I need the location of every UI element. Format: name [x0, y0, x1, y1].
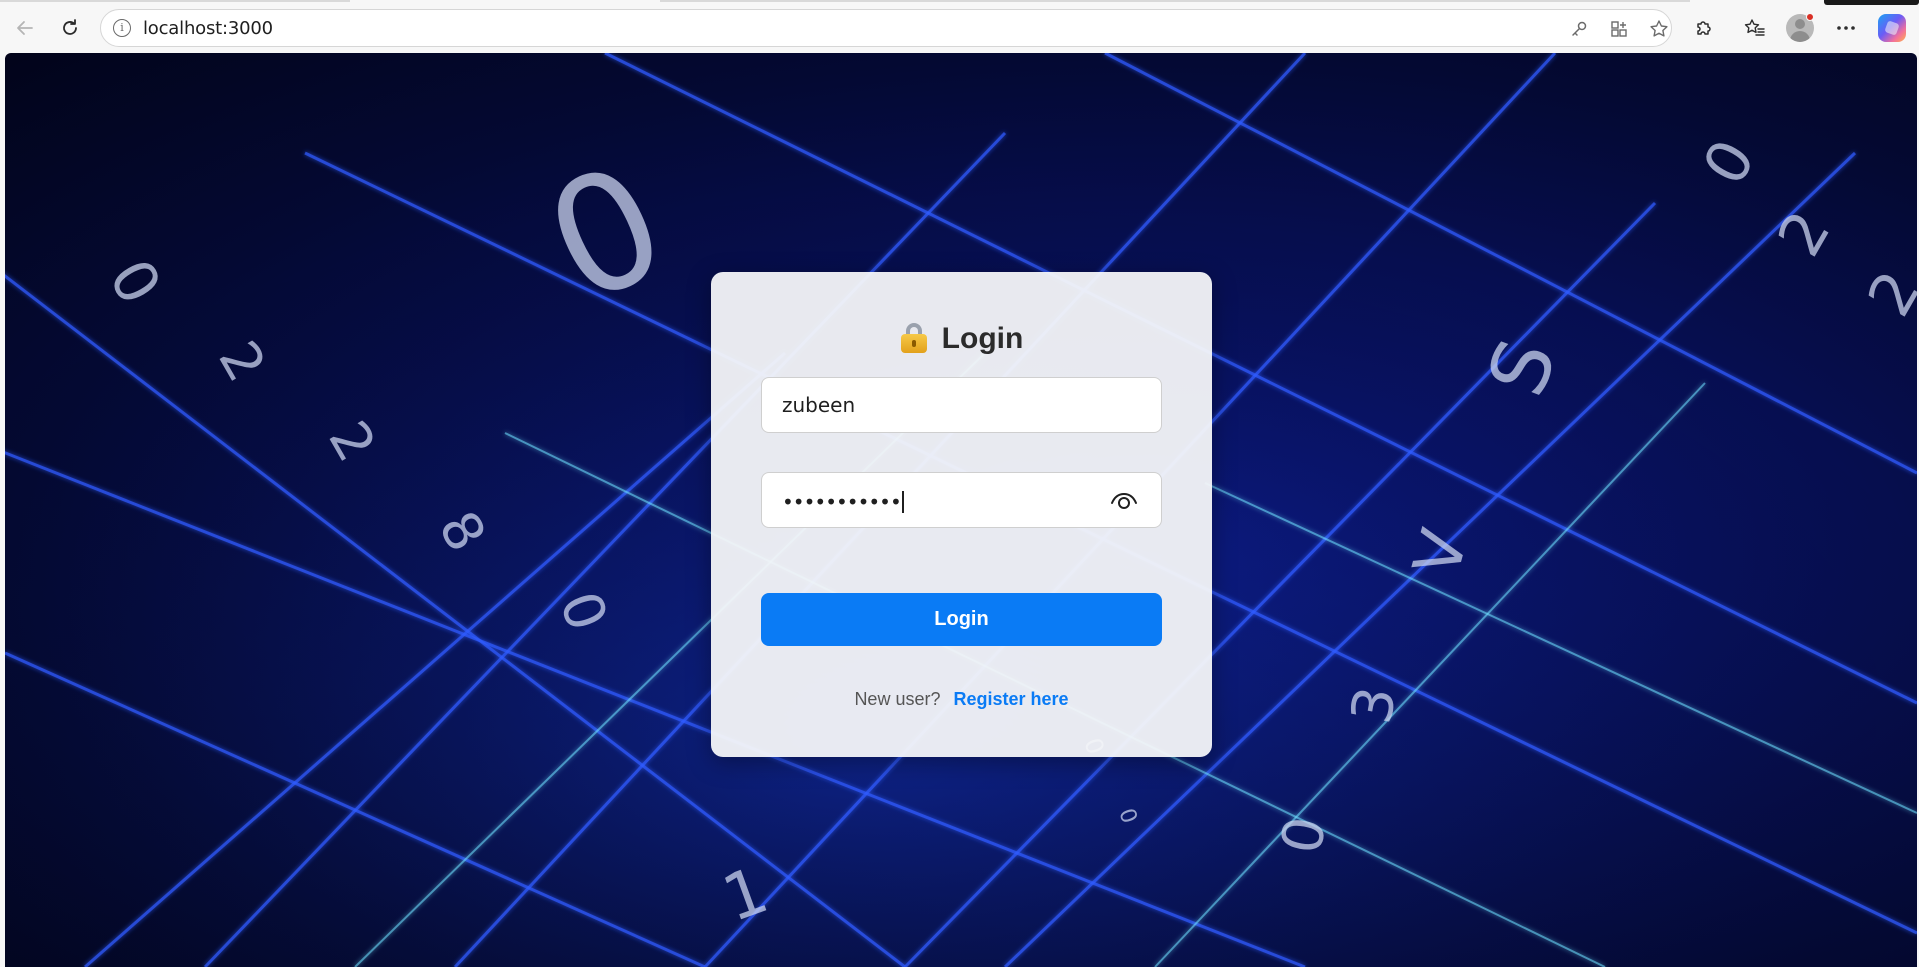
password-input[interactable]: ••••••••••• [782, 490, 904, 514]
register-prompt: New user? [854, 689, 941, 709]
info-icon[interactable]: i [113, 19, 131, 37]
address-url[interactable]: localhost:3000 [143, 18, 273, 39]
browser-toolbar: i localhost:3000 [0, 0, 1919, 52]
password-field[interactable]: ••••••••••• [761, 472, 1162, 528]
more-icon[interactable] [1830, 12, 1862, 44]
username-input[interactable] [762, 378, 1161, 432]
app-grid-icon[interactable] [1607, 17, 1631, 41]
back-arrow-icon [17, 21, 33, 35]
register-link[interactable]: Register here [954, 689, 1069, 709]
show-password-button[interactable] [1109, 489, 1139, 513]
key-icon[interactable] [1567, 17, 1591, 41]
login-card: Login ••••••••••• Login New user? Regist… [711, 272, 1212, 757]
login-heading: Login [711, 322, 1212, 356]
text-caret [901, 491, 904, 513]
password-masked-value: ••••••••••• [782, 490, 902, 514]
login-button[interactable]: Login [761, 593, 1162, 646]
star-icon[interactable] [1647, 17, 1671, 41]
lock-icon [900, 323, 928, 353]
tab-edge [0, 0, 350, 2]
notification-dot [1806, 13, 1814, 21]
address-bar[interactable]: i localhost:3000 [100, 9, 1672, 47]
eye-icon [1111, 492, 1137, 509]
tab-edge [660, 0, 1690, 2]
puzzle-icon[interactable] [1688, 12, 1720, 44]
window-edge [1824, 0, 1919, 5]
favorites-icon[interactable] [1739, 12, 1771, 44]
login-title: Login [941, 322, 1024, 355]
reload-icon [63, 19, 77, 35]
page-viewport: 0 0 2 2 8 0 S V 3 0 0 2 2 1 0 0 Login [5, 53, 1917, 967]
copilot-icon[interactable] [1878, 14, 1906, 42]
username-field[interactable] [761, 377, 1162, 433]
back-button[interactable] [9, 12, 41, 44]
reload-button[interactable] [54, 12, 86, 44]
register-prompt-row: New user? Register here [711, 689, 1212, 710]
